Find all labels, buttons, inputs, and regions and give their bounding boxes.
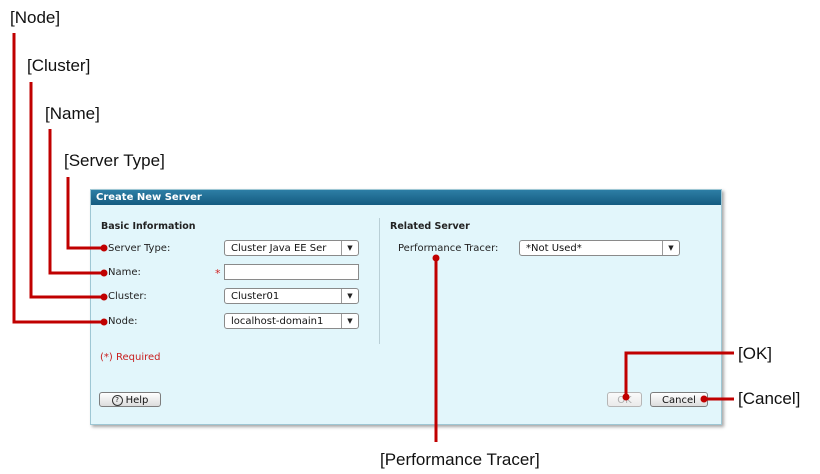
create-new-server-dialog: Create New Server Basic Information Rela… <box>90 189 722 425</box>
node-value: localhost-domain1 <box>231 316 324 327</box>
performance-tracer-label: Performance Tracer: <box>398 243 499 254</box>
callout-node: [Node] <box>10 8 61 27</box>
callout-server-type: [Server Type] <box>64 151 165 170</box>
cluster-value: Cluster01 <box>231 291 280 302</box>
help-icon: ? <box>111 394 123 406</box>
cancel-button[interactable]: Cancel <box>650 392 708 407</box>
chevron-down-icon: ▼ <box>341 314 358 328</box>
node-label: Node: <box>108 316 138 327</box>
help-button-label: Help <box>125 395 149 406</box>
basic-information-heading: Basic Information <box>101 221 196 232</box>
dialog-title: Create New Server <box>91 190 721 205</box>
chevron-down-icon: ▼ <box>341 241 358 255</box>
ok-button[interactable]: OK <box>607 392 642 407</box>
name-field[interactable] <box>224 264 359 280</box>
related-server-heading: Related Server <box>390 221 470 232</box>
server-type-value: Cluster Java EE Ser <box>231 243 327 254</box>
cluster-select[interactable]: Cluster01 ▼ <box>224 288 359 304</box>
callout-name: [Name] <box>45 104 100 123</box>
section-divider <box>379 218 380 344</box>
required-star: * <box>215 267 221 280</box>
chevron-down-icon: ▼ <box>662 241 679 255</box>
node-select[interactable]: localhost-domain1 ▼ <box>224 313 359 329</box>
callout-cancel: [Cancel] <box>738 389 801 408</box>
server-type-select[interactable]: Cluster Java EE Ser ▼ <box>224 240 359 256</box>
cluster-label: Cluster: <box>108 291 147 302</box>
name-label: Name: <box>108 267 141 278</box>
performance-tracer-select[interactable]: *Not Used* ▼ <box>519 240 680 256</box>
performance-tracer-value: *Not Used* <box>526 243 582 254</box>
chevron-down-icon: ▼ <box>341 289 358 303</box>
callout-ok: [OK] <box>738 344 773 363</box>
callout-cluster: [Cluster] <box>27 56 91 75</box>
callout-performance-tracer: [Performance Tracer] <box>380 450 540 469</box>
server-type-label: Server Type: <box>108 243 171 254</box>
required-note: (*) Required <box>100 352 161 363</box>
help-button[interactable]: ? Help <box>99 392 161 407</box>
